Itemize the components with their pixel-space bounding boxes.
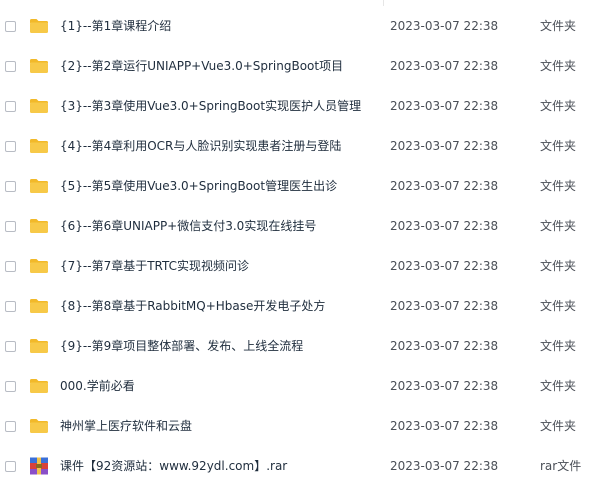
folder-icon <box>29 378 49 394</box>
modified-date: 2023-03-07 22:38 <box>390 299 499 313</box>
folder-icon <box>29 178 49 194</box>
row-checkbox[interactable] <box>5 461 16 472</box>
file-type: 文件夹 <box>540 219 577 233</box>
file-name[interactable]: {5}--第5章使用Vue3.0+SpringBoot管理医生出诊 <box>60 178 337 194</box>
modified-date: 2023-03-07 22:38 <box>390 59 499 73</box>
file-name[interactable]: {1}--第1章课程介绍 <box>60 18 171 34</box>
file-name[interactable]: {9}--第9章项目整体部署、发布、上线全流程 <box>60 338 303 354</box>
file-type: 文件夹 <box>540 379 577 393</box>
file-row[interactable]: {4}--第4章利用OCR与人脸识别实现患者注册与登陆 2023-03-07 22… <box>0 127 594 167</box>
file-row[interactable]: 课件【92资源站：www.92ydl.com】.rar 2023-03-07 22… <box>0 447 594 487</box>
file-name[interactable]: {6}--第6章UNIAPP+微信支付3.0实现在线挂号 <box>60 218 316 234</box>
modified-date: 2023-03-07 22:38 <box>390 139 499 153</box>
file-type: 文件夹 <box>540 299 577 313</box>
file-name[interactable]: {2}--第2章运行UNIAPP+Vue3.0+SpringBoot项目 <box>60 58 343 74</box>
file-row[interactable]: 神州掌上医疗软件和云盘 2023-03-07 22:38 文件夹 <box>0 407 594 447</box>
row-checkbox[interactable] <box>5 261 16 272</box>
rar-archive-icon <box>29 457 49 475</box>
file-list: {1}--第1章课程介绍 2023-03-07 22:38 文件夹 {2}--第2章运… <box>0 7 594 487</box>
folder-icon <box>29 58 49 74</box>
file-name[interactable]: 神州掌上医疗软件和云盘 <box>60 418 192 434</box>
file-row[interactable]: 000.学前必看 2023-03-07 22:38 文件夹 <box>0 367 594 407</box>
file-type: rar文件 <box>540 459 582 473</box>
file-row[interactable]: {1}--第1章课程介绍 2023-03-07 22:38 文件夹 <box>0 7 594 47</box>
file-row[interactable]: {3}--第3章使用Vue3.0+SpringBoot实现医护人员管理 2023-… <box>0 87 594 127</box>
file-row[interactable]: {9}--第9章项目整体部署、发布、上线全流程 2023-03-07 22:38 文… <box>0 327 594 367</box>
folder-icon <box>29 218 49 234</box>
folder-icon <box>29 98 49 114</box>
file-type: 文件夹 <box>540 99 577 113</box>
modified-date: 2023-03-07 22:38 <box>390 419 499 433</box>
row-checkbox[interactable] <box>5 381 16 392</box>
modified-date: 2023-03-07 22:38 <box>390 379 499 393</box>
modified-date: 2023-03-07 22:38 <box>390 259 499 273</box>
row-checkbox[interactable] <box>5 141 16 152</box>
row-checkbox[interactable] <box>5 101 16 112</box>
file-type: 文件夹 <box>540 179 577 193</box>
file-name[interactable]: {4}--第4章利用OCR与人脸识别实现患者注册与登陆 <box>60 138 341 154</box>
file-type: 文件夹 <box>540 139 577 153</box>
column-divider <box>383 0 384 6</box>
file-name[interactable]: 000.学前必看 <box>60 378 135 394</box>
file-type: 文件夹 <box>540 59 577 73</box>
folder-icon <box>29 418 49 434</box>
folder-icon <box>29 18 49 34</box>
row-checkbox[interactable] <box>5 61 16 72</box>
file-row[interactable]: {6}--第6章UNIAPP+微信支付3.0实现在线挂号 2023-03-07 2… <box>0 207 594 247</box>
file-name[interactable]: 课件【92资源站：www.92ydl.com】.rar <box>60 458 287 474</box>
file-name[interactable]: {7}--第7章基于TRTC实现视频问诊 <box>60 258 249 274</box>
row-checkbox[interactable] <box>5 421 16 432</box>
row-checkbox[interactable] <box>5 181 16 192</box>
row-checkbox[interactable] <box>5 221 16 232</box>
modified-date: 2023-03-07 22:38 <box>390 99 499 113</box>
row-checkbox[interactable] <box>5 341 16 352</box>
file-row[interactable]: {7}--第7章基于TRTC实现视频问诊 2023-03-07 22:38 文件夹 <box>0 247 594 287</box>
file-row[interactable]: {2}--第2章运行UNIAPP+Vue3.0+SpringBoot项目 2023… <box>0 47 594 87</box>
modified-date: 2023-03-07 22:38 <box>390 179 499 193</box>
file-name[interactable]: {8}--第8章基于RabbitMQ+Hbase开发电子处方 <box>60 298 325 314</box>
file-type: 文件夹 <box>540 19 577 33</box>
file-type: 文件夹 <box>540 339 577 353</box>
file-type: 文件夹 <box>540 419 577 433</box>
folder-icon <box>29 338 49 354</box>
row-checkbox[interactable] <box>5 301 16 312</box>
folder-icon <box>29 138 49 154</box>
file-type: 文件夹 <box>540 259 577 273</box>
file-name[interactable]: {3}--第3章使用Vue3.0+SpringBoot实现医护人员管理 <box>60 98 361 114</box>
file-row[interactable]: {8}--第8章基于RabbitMQ+Hbase开发电子处方 2023-03-07… <box>0 287 594 327</box>
folder-icon <box>29 258 49 274</box>
modified-date: 2023-03-07 22:38 <box>390 219 499 233</box>
folder-icon <box>29 298 49 314</box>
row-checkbox[interactable] <box>5 21 16 32</box>
file-row[interactable]: {5}--第5章使用Vue3.0+SpringBoot管理医生出诊 2023-03… <box>0 167 594 207</box>
modified-date: 2023-03-07 22:38 <box>390 339 499 353</box>
modified-date: 2023-03-07 22:38 <box>390 19 499 33</box>
modified-date: 2023-03-07 22:38 <box>390 459 499 473</box>
